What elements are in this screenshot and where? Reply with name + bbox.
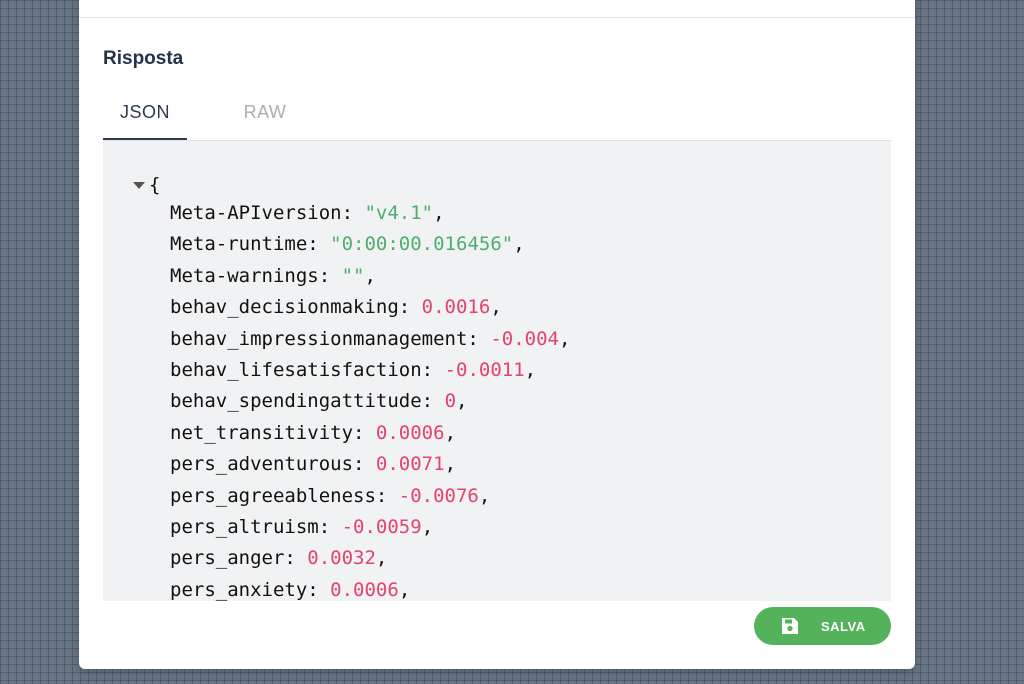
json-comma: , [456, 390, 468, 413]
top-divider [79, 17, 915, 18]
json-key: behav_impressionmanagement [170, 327, 468, 350]
json-entry: pers_anxiety: 0.0006, [170, 575, 570, 601]
json-entry: Meta-APIversion: "v4.1", [170, 198, 570, 229]
json-entry: behav_impressionmanagement: -0.004, [170, 324, 570, 355]
json-comma: , [524, 358, 537, 381]
json-colon: : [421, 358, 445, 381]
json-number-value: 0.0006 [330, 578, 399, 601]
json-string-value: "" [341, 264, 365, 287]
json-string-value: "v4.1" [364, 202, 434, 224]
json-key: Meta-APIversion [170, 202, 342, 224]
json-number-value: 0.0006 [375, 421, 445, 444]
json-number-value: 0.0016 [421, 296, 491, 319]
json-entry: Meta-runtime: "0:00:00.016456", [170, 229, 570, 260]
floppy-disk-icon [782, 618, 798, 634]
json-number-value: 0 [444, 390, 457, 413]
json-viewer[interactable]: { Meta-APIversion: "v4.1", Meta-runtime: … [103, 141, 891, 601]
json-colon: : [353, 421, 376, 444]
json-entry: behav_lifesatisfaction: -0.0011, [170, 355, 570, 386]
json-colon: : [307, 578, 331, 601]
section-title: Risposta [103, 48, 184, 69]
json-entry: pers_adventurous: 0.0071, [170, 449, 570, 480]
json-number-value: 0.0071 [375, 453, 445, 476]
json-comma: , [398, 578, 411, 601]
json-colon: : [318, 264, 342, 287]
json-key: behav_decisionmaking [170, 296, 399, 319]
json-entry: pers_agreeableness: -0.0076, [170, 481, 570, 512]
json-colon: : [284, 547, 308, 570]
json-key: Meta-runtime [170, 233, 308, 256]
json-entry: behav_spendingattitude: 0, [170, 386, 570, 417]
json-comma: , [478, 484, 491, 507]
json-comma: , [375, 547, 388, 570]
json-key: behav_lifesatisfaction [170, 358, 422, 381]
json-number-value: -0.0076 [398, 484, 479, 507]
json-entry: pers_altruism: -0.0059, [170, 512, 570, 543]
json-key: net_transitivity [170, 421, 354, 444]
json-comma: , [433, 202, 445, 224]
save-button[interactable]: SALVA [754, 607, 891, 645]
json-root-line: { [133, 169, 160, 201]
json-key: pers_anxiety [170, 578, 308, 601]
json-key: pers_anger [170, 547, 285, 570]
json-key: pers_agreeableness [170, 484, 376, 507]
json-colon: : [353, 453, 376, 476]
response-panel: Risposta JSON RAW { Meta-APIversion: "v4… [79, 0, 915, 669]
save-button-label: SALVA [821, 619, 866, 634]
json-comma: , [513, 233, 525, 256]
json-entry: behav_decisionmaking: 0.0016, [170, 292, 570, 323]
collapse-caret-icon[interactable] [133, 182, 145, 189]
response-tabs: JSON RAW [103, 86, 891, 141]
json-entry: pers_anger: 0.0032, [170, 543, 570, 574]
json-colon: : [318, 515, 342, 538]
json-number-value: 0.0032 [307, 547, 376, 570]
json-key: pers_altruism [170, 515, 319, 538]
json-colon: : [341, 202, 365, 224]
json-comma: , [444, 421, 457, 444]
json-colon: : [421, 390, 445, 413]
json-colon: : [467, 327, 491, 350]
json-entries: Meta-APIversion: "v4.1", Meta-runtime: "0… [170, 198, 570, 601]
json-comma: , [558, 327, 571, 350]
json-comma: , [444, 453, 457, 476]
json-key: pers_adventurous [170, 453, 354, 476]
json-key: Meta-warnings [170, 264, 319, 287]
tab-raw[interactable]: RAW [241, 98, 289, 140]
json-string-value: "0:00:00.016456" [330, 233, 514, 256]
json-number-value: -0.0011 [444, 358, 525, 381]
json-colon: : [375, 484, 399, 507]
json-colon: : [307, 233, 331, 256]
json-entry: net_transitivity: 0.0006, [170, 418, 570, 449]
json-number-value: -0.004 [490, 327, 559, 350]
json-comma: , [364, 264, 376, 287]
open-brace: { [149, 174, 161, 196]
json-comma: , [421, 515, 434, 538]
json-entry: Meta-warnings: "", [170, 261, 570, 292]
tab-json[interactable]: JSON [103, 98, 187, 140]
json-key: behav_spendingattitude [170, 390, 422, 413]
json-colon: : [398, 296, 422, 319]
json-comma: , [490, 296, 502, 319]
json-number-value: -0.0059 [341, 515, 422, 538]
